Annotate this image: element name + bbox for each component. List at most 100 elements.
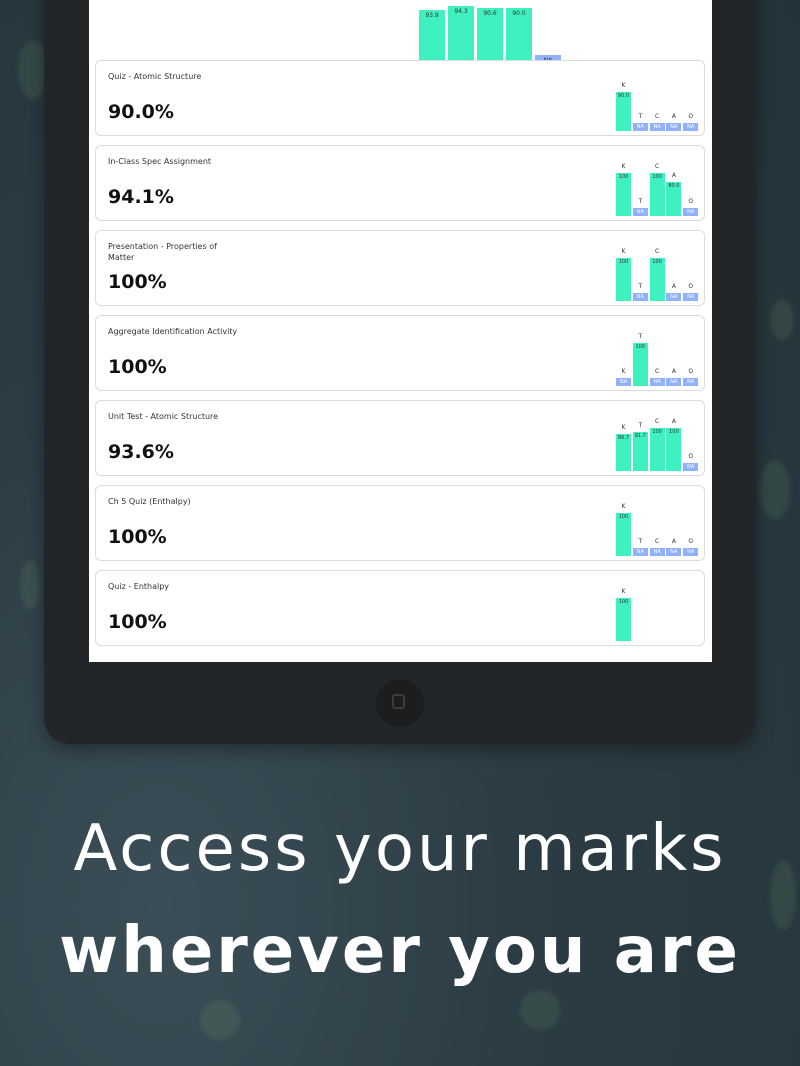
- mini-bar-label: T: [638, 113, 643, 120]
- mini-bar-value: NA: [653, 124, 661, 130]
- mini-bar-value: NA: [687, 464, 695, 470]
- tablet-frame: 93.9K19.494.3T22.990.6C13.990.0A13.9NAO0…: [44, 0, 756, 744]
- assessment-title: Aggregate Identification Activity: [108, 327, 238, 336]
- mini-bar-label: K: [621, 503, 626, 510]
- assessment-mini-chart: 100 K NA T 100 C NA A NA O: [616, 231, 700, 307]
- mini-bar-value: NA: [636, 209, 644, 215]
- mini-bar-label: K: [621, 248, 626, 255]
- mini-bar-value: 100: [652, 429, 662, 435]
- mini-bar-value: 100: [669, 429, 679, 435]
- mini-bar-k: 86.7: [616, 434, 631, 471]
- mini-bar-label: K: [621, 82, 626, 89]
- mini-bar-o: NA: [683, 293, 699, 301]
- mini-bar-value: NA: [687, 549, 695, 555]
- caption-line-1: Access your marks: [73, 812, 727, 886]
- mini-bar-value: NA: [670, 294, 678, 300]
- mini-bar-label: K: [621, 368, 626, 375]
- mini-bar-t: 91.7: [632, 432, 648, 471]
- mini-bar-value: NA: [670, 549, 678, 555]
- mini-bar-value: NA: [636, 294, 644, 300]
- mini-bar-label: K: [621, 163, 626, 170]
- tablet-screen: 93.9K19.494.3T22.990.6C13.990.0A13.9NAO0…: [89, 0, 712, 662]
- mini-bar-value: 100: [652, 174, 662, 180]
- assessment-mini-chart: 100 K NA T NA C NA A NA O: [616, 486, 700, 562]
- mini-bar-label: C: [654, 248, 660, 255]
- mini-bar-t: NA: [632, 548, 648, 556]
- assessment-mini-chart: 86.7 K 91.7 T 100 C 100 A NA O: [616, 401, 700, 477]
- assessment-card[interactable]: Aggregate Identification Activity 100% NA K…: [95, 315, 705, 391]
- mini-bar-value: NA: [687, 209, 695, 215]
- mini-bar-c: 100: [649, 173, 665, 216]
- mini-bar-value: NA: [653, 379, 661, 385]
- summary-bar-value: 90.0: [512, 10, 526, 17]
- mini-bar-value: NA: [687, 124, 695, 130]
- assessment-percent: 100%: [108, 526, 167, 548]
- assessment-card[interactable]: Presentation - Properties of Matter 100% 1…: [95, 230, 705, 306]
- mini-bar-label: O: [688, 453, 694, 460]
- mini-bar-a: 80.0: [666, 182, 682, 216]
- mini-bar-label: C: [654, 418, 660, 425]
- mini-bar-k: 100: [616, 513, 631, 556]
- assessment-title: In-Class Spec Assignment: [108, 157, 212, 166]
- mini-bar-label: A: [671, 368, 676, 375]
- mini-bar-value: 100: [618, 514, 629, 520]
- assessment-card[interactable]: Quiz - Atomic Structure 90.0% 90.0 K NA T NA C N…: [95, 60, 705, 136]
- mini-bar-k: 90.0: [616, 92, 631, 131]
- mini-bar-value: 91.7: [634, 433, 646, 439]
- assessment-mini-chart: 100 K: [616, 571, 700, 647]
- mini-bar-value: 86.7: [617, 435, 630, 441]
- mini-bar-label: A: [671, 283, 676, 290]
- assessment-title: Ch 5 Quiz (Enthalpy): [108, 497, 191, 506]
- mini-bar-label: O: [688, 538, 694, 545]
- assessment-percent: 94.1%: [108, 186, 174, 208]
- mini-bar-label: O: [688, 113, 694, 120]
- mini-bar-label: O: [688, 368, 694, 375]
- mini-bar-o: NA: [683, 463, 699, 471]
- mini-bar-label: T: [638, 333, 643, 340]
- home-button[interactable]: [376, 679, 424, 727]
- assessment-percent: 100%: [108, 271, 167, 293]
- assessment-card[interactable]: Quiz - Enthalpy 100% 100 K: [95, 570, 705, 646]
- mini-bar-a: NA: [666, 123, 682, 131]
- mini-bar-value: NA: [636, 549, 644, 555]
- mini-bar-label: T: [638, 538, 643, 545]
- mini-bar-k: 100: [616, 258, 631, 301]
- mini-bar-k: 100: [616, 173, 631, 216]
- mini-bar-value: 100: [618, 259, 629, 265]
- assessment-title: Quiz - Atomic Structure: [108, 72, 202, 81]
- mini-bar-k: NA: [616, 378, 631, 386]
- mini-bar-c: 100: [649, 428, 665, 471]
- assessment-mini-chart: 90.0 K NA T NA C NA A NA O: [616, 61, 700, 137]
- assessment-title: Quiz - Enthalpy: [108, 582, 170, 591]
- mini-bar-a: NA: [666, 293, 682, 301]
- mini-bar-a: NA: [666, 378, 682, 386]
- mini-bar-o: NA: [683, 548, 699, 556]
- summary-bar-value: 93.9: [425, 12, 439, 19]
- assessment-card[interactable]: Unit Test - Atomic Structure 93.6% 86.7 K 91…: [95, 400, 705, 476]
- mini-bar-label: C: [654, 538, 660, 545]
- assessment-title: Unit Test - Atomic Structure: [108, 412, 219, 421]
- mini-bar-label: O: [688, 283, 694, 290]
- mini-bar-c: 100: [649, 258, 665, 301]
- assessment-percent: 90.0%: [108, 101, 174, 123]
- assessment-percent: 100%: [108, 611, 167, 633]
- mini-bar-value: 100: [652, 259, 662, 265]
- mini-bar-c: NA: [649, 548, 665, 556]
- assessment-card[interactable]: In-Class Spec Assignment 94.1% 100 K NA T 100 C…: [95, 145, 705, 221]
- assessment-percent: 100%: [108, 356, 167, 378]
- mini-bar-c: NA: [649, 123, 665, 131]
- assessment-card[interactable]: Ch 5 Quiz (Enthalpy) 100% 100 K NA T NA C NA A NA O: [95, 485, 705, 561]
- mini-bar-value: 100: [618, 599, 629, 605]
- mini-bar-value: NA: [687, 379, 695, 385]
- mini-bar-value: NA: [670, 379, 678, 385]
- mini-bar-a: 100: [666, 428, 682, 471]
- mini-bar-label: A: [671, 418, 676, 425]
- mini-bar-label: A: [671, 172, 676, 179]
- mini-bar-t: NA: [632, 293, 648, 301]
- mini-bar-o: NA: [683, 123, 699, 131]
- assessment-mini-chart: NA K 100 T NA C NA A NA O: [616, 316, 700, 392]
- mini-bar-o: NA: [683, 378, 699, 386]
- mini-bar-value: 90.0: [617, 93, 630, 99]
- mini-bar-label: T: [638, 422, 643, 429]
- mini-bar-label: C: [654, 163, 660, 170]
